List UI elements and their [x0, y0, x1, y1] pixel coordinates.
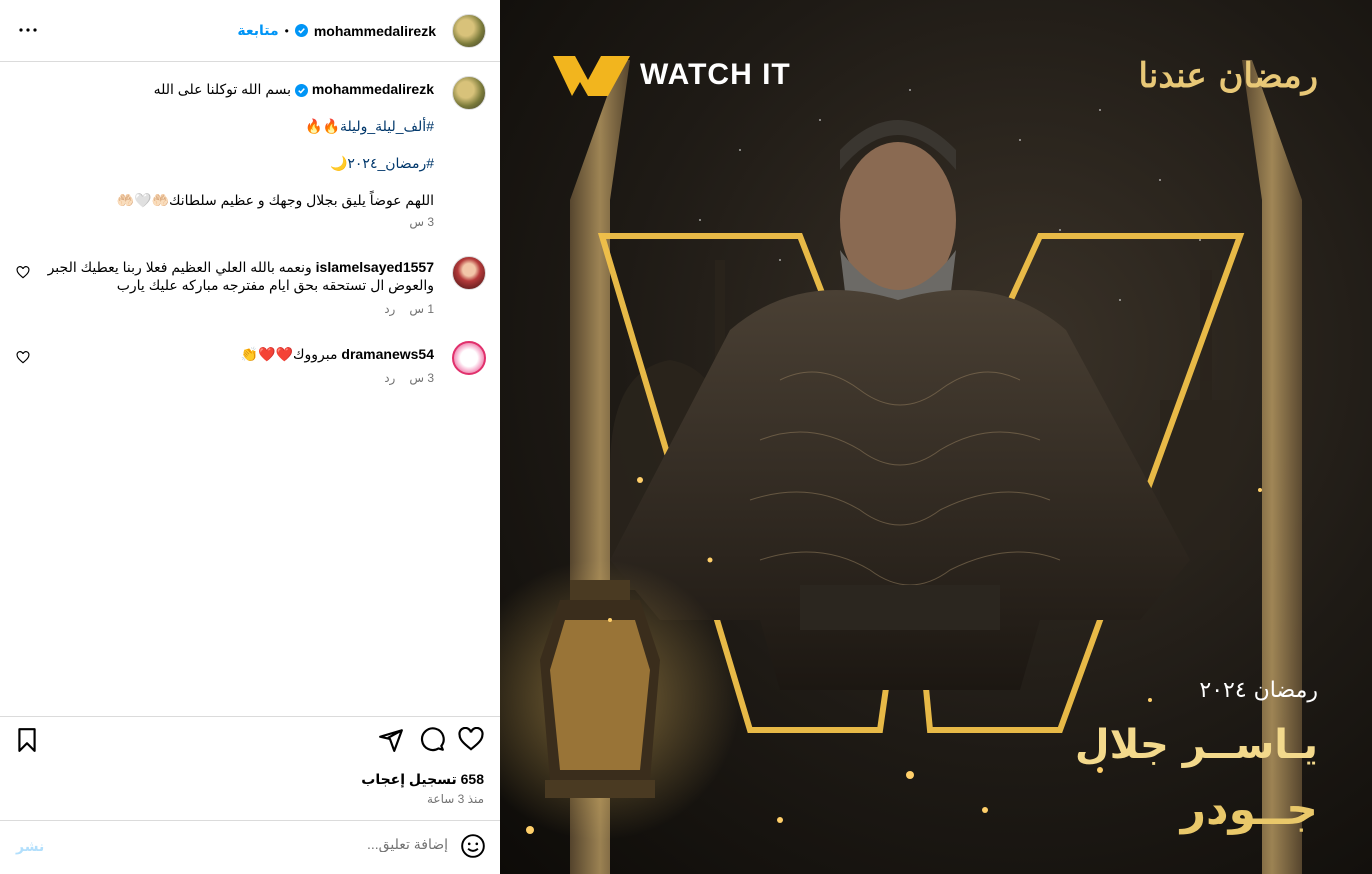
add-comment-bar: نشر	[0, 820, 500, 874]
poster-series-title: جــودر	[1180, 784, 1318, 835]
reply-button[interactable]: رد	[384, 369, 395, 387]
caption-body: mohammedalirezk بسم الله توكلنا على الله…	[16, 80, 434, 231]
commenter-username[interactable]: islamelsayed1557	[316, 259, 434, 275]
hashtag-link[interactable]: #ألف_ليلة_وليلة🔥🔥	[305, 118, 434, 134]
likes-count[interactable]: 658 تسجيل إعجاب	[361, 771, 484, 788]
share-icon[interactable]	[378, 727, 404, 753]
publish-button[interactable]: نشر	[16, 838, 44, 855]
emoji-icon[interactable]	[460, 833, 486, 859]
like-comment-heart-icon[interactable]	[16, 351, 30, 365]
separator-dot: •	[284, 23, 289, 38]
divider	[0, 716, 500, 717]
comment-input[interactable]	[68, 836, 448, 852]
caption-author-avatar[interactable]	[452, 76, 486, 110]
comment-time[interactable]: 3 س	[409, 369, 434, 387]
commenter-avatar[interactable]	[452, 341, 486, 375]
verified-badge-icon	[294, 24, 308, 37]
post-timestamp: منذ 3 ساعة	[426, 792, 484, 806]
comment-text: مبرووك❤️❤️👏	[240, 346, 338, 362]
comment-icon[interactable]	[419, 727, 445, 753]
post-image[interactable]: WATCH IT رمضان عندنا رمضان ٢٠٢٤ يـاســر …	[500, 0, 1372, 874]
watchit-brand-text: WATCH IT	[640, 58, 791, 91]
poster-ramadan-year: رمضان ٢٠٢٤	[1199, 678, 1318, 703]
comment-body: dramanews54 مبرووك❤️❤️👏 3 س رد	[34, 345, 434, 387]
comment-time[interactable]: 1 س	[409, 300, 434, 318]
caption-username[interactable]: mohammedalirezk	[312, 81, 434, 97]
comment-body: islamelsayed1557 ونعمه بالله العلي العظي…	[34, 258, 434, 318]
like-comment-heart-icon[interactable]	[16, 266, 30, 280]
commenter-avatar[interactable]	[452, 256, 486, 290]
author-avatar[interactable]	[452, 14, 486, 48]
follow-button[interactable]: متابعة	[237, 22, 278, 39]
post-actions-bar	[0, 727, 500, 757]
caption-time[interactable]: 3 س	[16, 213, 434, 231]
post-detail-panel: متابعة • mohammedalirezk mohammedalirezk…	[0, 0, 500, 874]
post-author-username[interactable]: mohammedalirezk	[314, 23, 436, 39]
ramadan-logo-text: رمضان عندنا	[1138, 56, 1319, 96]
caption-text: بسم الله توكلنا على الله	[153, 81, 292, 97]
caption-prayer: اللهم عوضاً يليق بجلال وجهك و عظيم سلطان…	[116, 192, 434, 208]
like-heart-icon[interactable]	[458, 727, 484, 753]
hashtag-link[interactable]: #رمضان_٢٠٢٤🌙	[330, 155, 434, 171]
verified-badge-icon	[294, 83, 308, 97]
post-header-title: متابعة • mohammedalirezk	[237, 22, 436, 39]
reply-button[interactable]: رد	[384, 300, 395, 318]
more-options-icon[interactable]	[16, 18, 40, 42]
commenter-username[interactable]: dramanews54	[341, 346, 434, 362]
poster-actor-name: يـاســر جلال	[1074, 722, 1318, 768]
post-header: متابعة • mohammedalirezk	[0, 0, 500, 62]
save-bookmark-icon[interactable]	[14, 727, 40, 753]
